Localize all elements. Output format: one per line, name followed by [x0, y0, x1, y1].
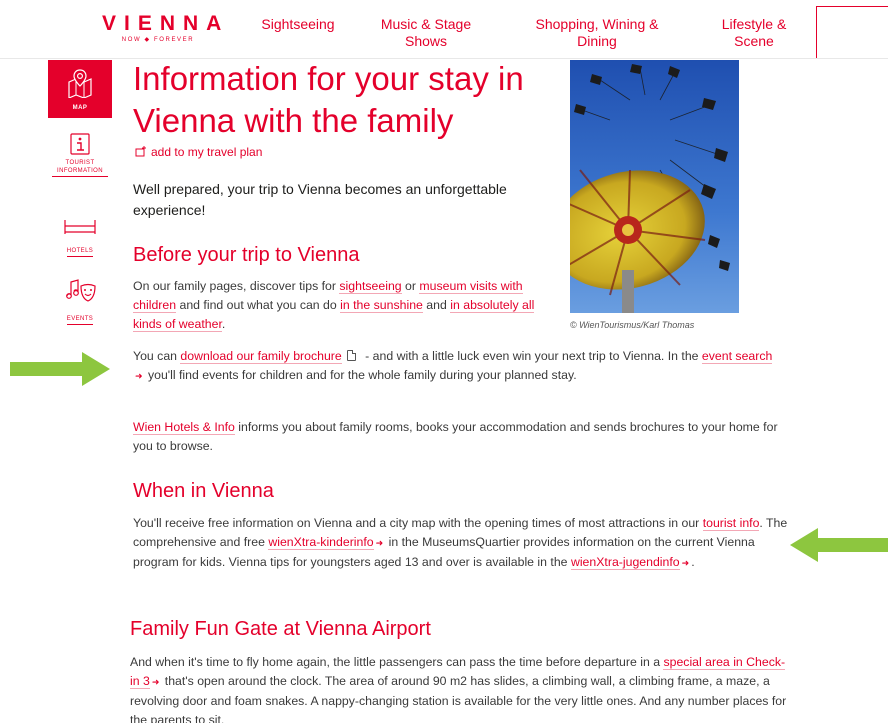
text: and [422, 298, 451, 312]
link-wien-hotels-info[interactable]: Wien Hotels & Info [133, 420, 235, 435]
link-event-search[interactable]: event search [701, 349, 773, 364]
rail-item-tourist-information[interactable]: TOURIST INFORMATION [48, 132, 112, 177]
arrow-left-icon [790, 528, 888, 562]
external-link-icon: ➜ [151, 677, 160, 687]
carousel-illustration [570, 60, 739, 313]
music-mask-icon [66, 279, 96, 302]
before-trip-paragraph-3: Wien Hotels & Info informs you about fam… [133, 418, 783, 456]
text: or [401, 279, 420, 293]
text: And when it's time to fly home again, th… [130, 655, 664, 669]
nav-sightseeing[interactable]: Sightseeing [258, 16, 338, 33]
site-header: VIENNA NOW ◆ FOREVER Sightseeing Music &… [0, 0, 888, 60]
heading-when-in-vienna: When in Vienna [133, 480, 274, 502]
info-icon [70, 133, 90, 155]
logo-tagline: NOW ◆ FOREVER [121, 37, 195, 43]
text: that's open around the clock. The area o… [130, 674, 787, 723]
link-tourist-info[interactable]: tourist info [702, 516, 760, 531]
rail-item-label: HOTELS [66, 247, 94, 257]
family-carousel-photo [570, 60, 739, 313]
link-family-brochure[interactable]: download our family brochure [180, 349, 342, 364]
lead-paragraph: Well prepared, your trip to Vienna becom… [133, 181, 507, 218]
rail-item-events[interactable]: EVENTS [48, 278, 112, 325]
add-plan-icon [135, 146, 146, 157]
rail-item-label: EVENTS [66, 315, 94, 325]
external-link-icon: ➜ [135, 371, 143, 381]
rail-item-hotels[interactable]: HOTELS [48, 218, 112, 257]
link-in-the-sunshine[interactable]: in the sunshine [340, 298, 423, 313]
add-to-travel-plan-label: add to my travel plan [151, 145, 263, 159]
document-icon [346, 350, 356, 361]
external-link-icon: ➜ [375, 538, 384, 548]
when-in-vienna-paragraph: You'll receive free information on Vienn… [133, 514, 788, 573]
map-icon [68, 69, 92, 98]
rail-item-map[interactable]: MAP [48, 60, 112, 118]
page-title: Information for your stay in Vienna with… [133, 60, 524, 139]
vienna-logo[interactable]: VIENNA NOW ◆ FOREVER [96, 12, 230, 44]
heading-family-fun-gate: Family Fun Gate at Vienna Airport [130, 618, 431, 640]
nav-shopping-wining-dining[interactable]: Shopping, Wining & Dining [530, 16, 664, 50]
heading-before-trip: Before your trip to Vienna [133, 244, 360, 266]
text: You'll receive free information on Vienn… [133, 516, 703, 530]
text: . [691, 555, 695, 569]
text: you'll find events for children and for … [144, 368, 577, 382]
airport-paragraph: And when it's time to fly home again, th… [130, 653, 790, 723]
rail-item-label: MAP [72, 105, 88, 111]
external-link-icon: ➜ [681, 558, 690, 568]
nav-next-item-edge[interactable] [816, 6, 888, 58]
nav-music-stage-shows[interactable]: Music & Stage Shows [374, 16, 478, 50]
text: . [221, 317, 226, 331]
link-wienxtra-jugendinfo[interactable]: wienXtra-jugendinfo [570, 555, 680, 570]
link-wienxtra-kinderinfo[interactable]: wienXtra-kinderinfo [268, 535, 374, 550]
nav-lifestyle-scene[interactable]: Lifestyle & Scene [712, 16, 796, 50]
text: - and with a little luck even win your n… [361, 349, 702, 363]
logo-wordmark: VIENNA [102, 12, 230, 35]
add-to-travel-plan-link[interactable]: add to my travel plan [135, 145, 262, 159]
text: On our family pages, discover tips for [133, 279, 340, 293]
arrow-right-icon [10, 352, 110, 386]
rail-item-label: TOURIST INFORMATION [52, 159, 108, 177]
photo-credit: © WienTourismus/Karl Thomas [570, 320, 695, 330]
bed-icon [64, 220, 96, 234]
before-trip-paragraph-2: You can download our family brochure - a… [133, 347, 783, 386]
text: and find out what you can do [176, 298, 341, 312]
link-sightseeing[interactable]: sightseeing [339, 279, 402, 294]
text: You can [133, 349, 181, 363]
before-trip-paragraph-1: On our family pages, discover tips for s… [133, 277, 541, 334]
